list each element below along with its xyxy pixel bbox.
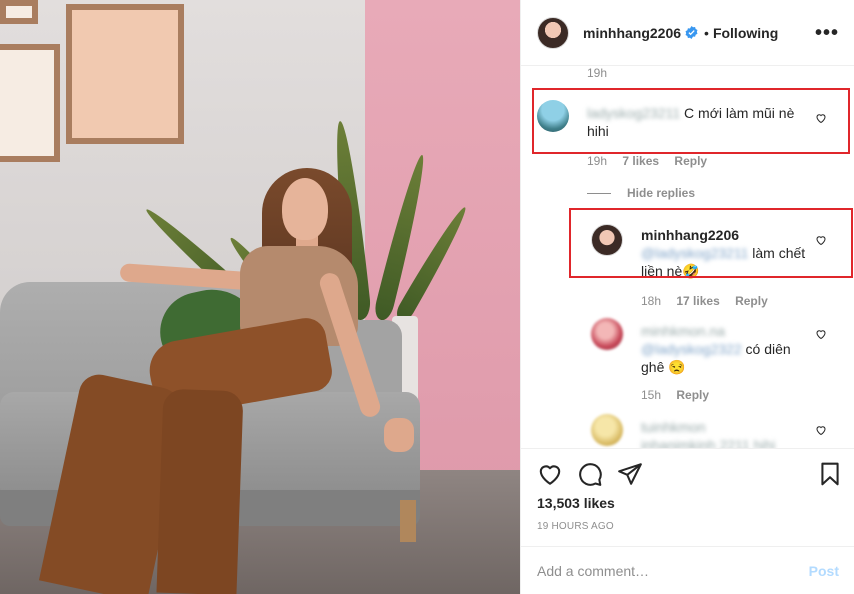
post-side-panel: minhhang2206 • Following ••• 19h ladysko… bbox=[520, 0, 854, 594]
reply-meta: 18h 17 likes Reply bbox=[641, 294, 780, 308]
comment-time: 19h bbox=[587, 154, 608, 168]
more-options-icon[interactable]: ••• bbox=[815, 22, 839, 45]
author-avatar[interactable] bbox=[537, 16, 569, 49]
header-separator: • bbox=[704, 24, 709, 41]
reply-author-avatar[interactable] bbox=[591, 414, 623, 446]
reply-meta: 15h Reply bbox=[641, 388, 721, 402]
add-comment-bar: Post bbox=[521, 546, 854, 594]
reply-time: 18h bbox=[641, 294, 662, 308]
like-comment-heart-icon[interactable] bbox=[815, 328, 827, 340]
add-comment-input[interactable] bbox=[537, 561, 787, 581]
reply-author-avatar[interactable] bbox=[591, 318, 623, 350]
photo-wall-frame bbox=[0, 44, 60, 162]
reply-text: inhanimkinh 2211 hihi bbox=[641, 437, 776, 448]
heart-icon[interactable] bbox=[537, 461, 563, 487]
reply-mention[interactable]: @ladyskog2322 bbox=[641, 341, 742, 357]
comment-meta: 19h 7 likes Reply bbox=[587, 154, 719, 168]
reply-time: 15h bbox=[641, 388, 662, 402]
reply-body: tuinhkmon inhanimkinh 2211 hihi bbox=[641, 418, 813, 448]
comment-timestamp: 19h bbox=[587, 66, 608, 80]
following-button[interactable]: Following bbox=[713, 25, 778, 41]
hide-replies-label: Hide replies bbox=[627, 186, 696, 200]
comment-icon[interactable] bbox=[577, 461, 603, 487]
photo-person-pants bbox=[156, 388, 244, 594]
annotation-highlight-box bbox=[569, 208, 853, 278]
reply-text-line2: ghê 😒 bbox=[641, 359, 686, 375]
reply-body: minhkmon.na @ladyskog2322 có diên ghê 😒 bbox=[641, 322, 813, 376]
photo-sofa-leg bbox=[400, 500, 416, 542]
reply-button[interactable]: Reply bbox=[676, 388, 709, 402]
hide-replies-button[interactable]: Hide replies bbox=[587, 186, 695, 200]
reply-button[interactable]: Reply bbox=[735, 294, 768, 308]
photo-wall-frame bbox=[66, 4, 184, 144]
photo-wall-frame bbox=[0, 0, 38, 24]
post-timestamp: 19 HOURS AGO bbox=[537, 521, 614, 532]
like-comment-heart-icon[interactable] bbox=[815, 424, 827, 436]
reply-text-line1: có diên bbox=[745, 341, 791, 357]
hide-replies-line bbox=[587, 192, 611, 194]
bookmark-icon[interactable] bbox=[817, 461, 843, 487]
paper-plane-icon[interactable] bbox=[617, 461, 643, 487]
post-comment-button[interactable]: Post bbox=[809, 563, 839, 579]
likes-count[interactable]: 13,503 likes bbox=[537, 495, 615, 511]
post-header: minhhang2206 • Following ••• bbox=[521, 0, 854, 66]
post-photo[interactable] bbox=[0, 0, 520, 594]
reply-button[interactable]: Reply bbox=[674, 154, 707, 168]
photo-person-face bbox=[282, 178, 328, 240]
comment-likes[interactable]: 7 likes bbox=[622, 154, 659, 168]
photo-person-hand bbox=[384, 418, 414, 452]
comments-list[interactable]: 19h ladyskog23211 C mới làm mũi nè hihi … bbox=[521, 66, 854, 448]
reply-author-username[interactable]: minhkmon.na bbox=[641, 323, 725, 339]
reply-likes[interactable]: 17 likes bbox=[676, 294, 719, 308]
verified-badge-icon bbox=[685, 26, 698, 39]
annotation-highlight-box bbox=[532, 88, 850, 154]
reply-author-username[interactable]: tuinhkmon bbox=[641, 419, 706, 435]
post-actions: 13,503 likes 19 HOURS AGO bbox=[521, 448, 854, 546]
author-username[interactable]: minhhang2206 bbox=[583, 25, 681, 41]
